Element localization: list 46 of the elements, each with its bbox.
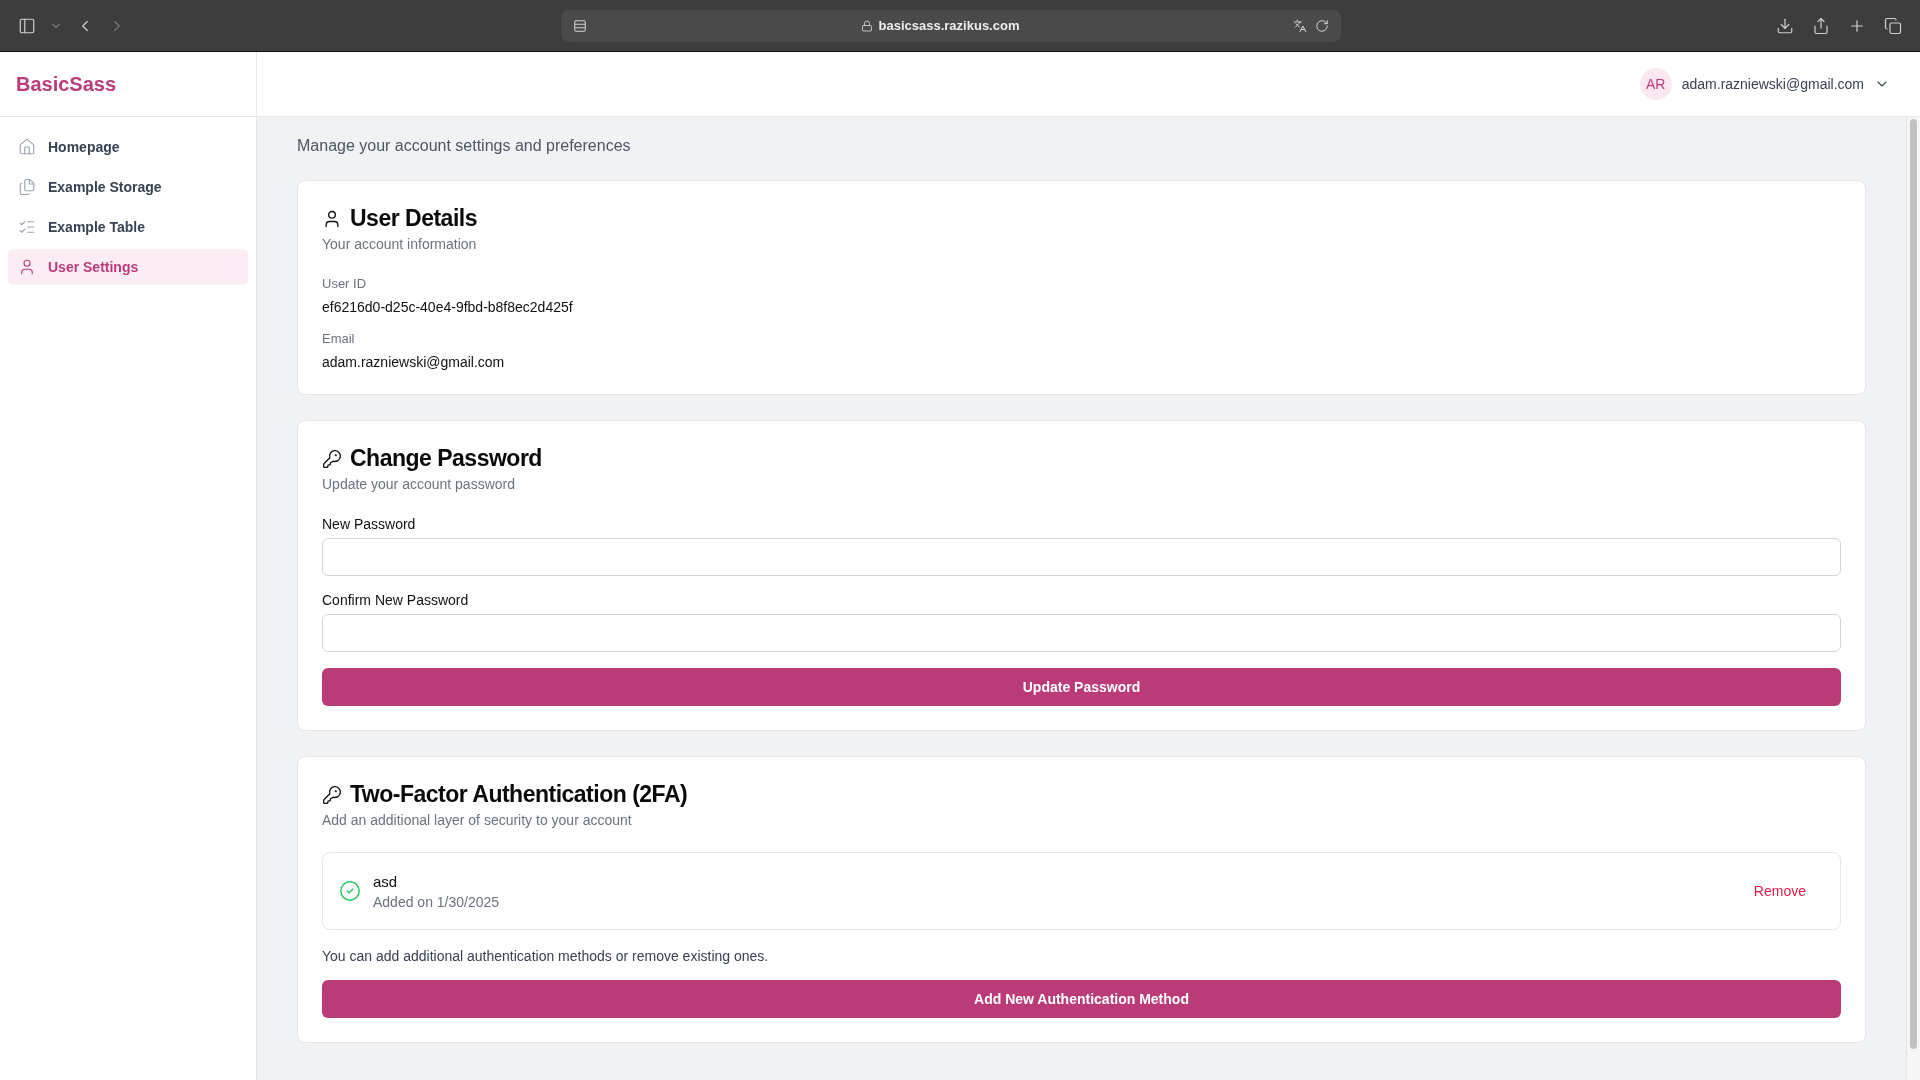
scrollbar-thumb[interactable]: [1910, 119, 1917, 1049]
card-title: User Details: [350, 205, 477, 232]
user-avatar[interactable]: AR: [1639, 68, 1672, 100]
user-icon: [18, 258, 36, 276]
page-menu-icon: [573, 18, 587, 33]
key-icon: [322, 784, 342, 805]
field-label: Email: [322, 331, 356, 346]
checklist-icon: [18, 218, 36, 236]
user-email[interactable]: adam.razniewski@gmail.com: [1681, 76, 1864, 92]
field-value: adam.razniewski@gmail.com: [322, 354, 506, 370]
tabs-overview-icon[interactable]: [1884, 16, 1902, 35]
update-password-button[interactable]: Update Password: [322, 668, 1841, 706]
remove-button[interactable]: Remove: [1747, 882, 1812, 900]
sidebar-item[interactable]: User Settings: [8, 249, 248, 285]
sidebar-item[interactable]: Example Storage: [8, 169, 248, 205]
field-label: User ID: [322, 276, 368, 291]
url-text: basicsass.razikus.com: [878, 18, 1020, 33]
share-icon[interactable]: [1812, 16, 1830, 35]
card-subtitle: Update your account password: [322, 476, 516, 492]
lock-icon: [860, 19, 873, 32]
field-label: Confirm New Password: [322, 592, 470, 608]
card-subtitle: Add an additional layer of security to your account: [322, 812, 633, 828]
key-icon: [322, 448, 342, 469]
download-icon[interactable]: [1776, 16, 1794, 35]
method-date: Added on 1/30/2025: [373, 893, 500, 910]
files-icon: [18, 178, 36, 196]
sidebar-toggle-icon[interactable]: [18, 16, 36, 35]
page-subtitle: Manage your account settings and preferences: [297, 137, 632, 155]
method-name: asd: [373, 872, 399, 890]
add-method-button[interactable]: Add New Authentication Method: [322, 980, 1841, 1018]
field-label: New Password: [322, 516, 417, 532]
sidebar-item[interactable]: Homepage: [8, 129, 248, 165]
home-icon: [18, 138, 36, 156]
address-bar[interactable]: basicsass.razikus.com: [561, 9, 1341, 42]
field-value: ef6216d0-d25c-40e4-9fbd-b8f8ec2d425f: [322, 299, 574, 315]
card-title: Two-Factor Authentication (2FA): [350, 781, 688, 808]
password-field[interactable]: [322, 614, 1841, 652]
translate-icon[interactable]: [1293, 18, 1307, 33]
sidebar-item[interactable]: Example Table: [8, 209, 248, 245]
card-title: Change Password: [350, 445, 542, 472]
brand-logo[interactable]: BasicSass: [0, 52, 256, 117]
reload-icon[interactable]: [1315, 18, 1329, 33]
help-text: You can add additional authentication methods or remove existing ones.: [322, 948, 770, 964]
check-circle-icon: [339, 880, 361, 902]
password-field[interactable]: [322, 538, 1841, 576]
card-subtitle: Your account information: [322, 236, 478, 252]
